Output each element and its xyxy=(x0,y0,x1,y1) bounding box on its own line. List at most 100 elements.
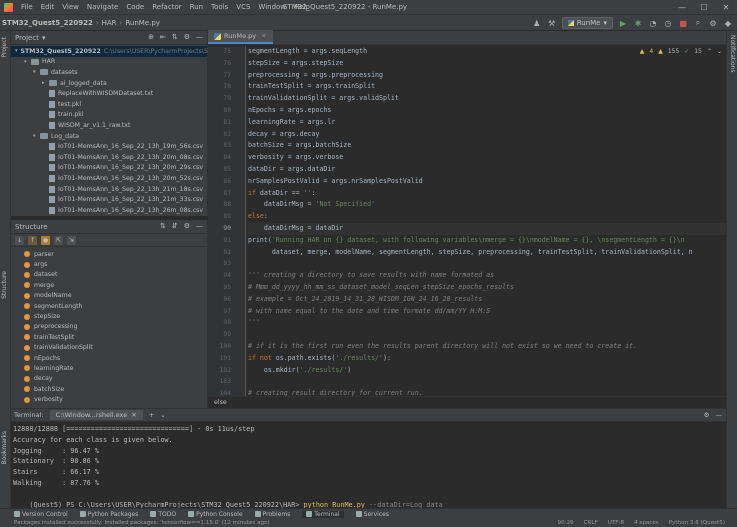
breadcrumb-file[interactable]: RunMe.py xyxy=(123,19,162,27)
autoscroll-to-source-icon[interactable]: ⇱ xyxy=(54,235,63,245)
project-tree-item[interactable]: ▾ datasets xyxy=(11,67,207,78)
structure-item[interactable]: modelName xyxy=(11,291,207,301)
structure-item[interactable]: nEpochs xyxy=(11,353,207,363)
close-tab-icon[interactable]: ✕ xyxy=(261,32,266,40)
expand-all-icon[interactable]: ⇵ xyxy=(172,222,178,230)
gear-icon[interactable]: ⚙ xyxy=(704,411,710,419)
tool-window-terminal[interactable]: Terminal xyxy=(302,510,344,518)
chevron-down-icon[interactable]: ▾ xyxy=(33,69,40,75)
project-tree-item[interactable]: ▸ ai_logged_data xyxy=(11,78,207,89)
chevron-down-icon[interactable]: ▾ xyxy=(24,59,31,65)
chevron-down-icon[interactable]: ▾ xyxy=(42,34,46,42)
autoscroll-from-source-icon[interactable]: ⇲ xyxy=(67,235,76,245)
hide-icon[interactable]: — xyxy=(196,222,203,230)
editor-tab-runme[interactable]: RunMe.py ✕ xyxy=(208,30,273,44)
menu-tools[interactable]: Tools xyxy=(207,3,232,11)
profile-icon[interactable]: ◷ xyxy=(663,18,673,28)
file-encoding[interactable]: UTF-8 xyxy=(608,519,624,527)
tool-window-python-console[interactable]: Python Console xyxy=(188,511,243,518)
menu-code[interactable]: Code xyxy=(122,3,148,11)
close-icon[interactable]: ✕ xyxy=(715,0,737,15)
chevron-down-icon[interactable]: ▾ xyxy=(15,48,18,54)
hammer-icon[interactable]: ⚒ xyxy=(547,18,557,28)
project-tree-item[interactable]: IoT01-MemsAnn_16_Sep_22_13h_21m_18s.csv xyxy=(11,184,207,195)
sort-icon[interactable]: ⇅ xyxy=(160,222,166,230)
project-tree-item[interactable]: IoT01-MemsAnn_16_Sep_22_13h_19m_56s.csv xyxy=(11,141,207,152)
project-tree-item[interactable]: test.pkl xyxy=(11,99,207,110)
tool-window-todo[interactable]: TODO xyxy=(150,511,176,518)
menu-vcs[interactable]: VCS xyxy=(232,3,254,11)
project-tool-button[interactable]: Project xyxy=(1,37,8,58)
chevron-right-icon[interactable]: ▸ xyxy=(42,80,49,86)
terminal-tab[interactable]: C:\Window...rshell.exe ✕ xyxy=(49,410,143,420)
chevron-down-icon[interactable]: ⌄ xyxy=(160,411,165,419)
menu-refactor[interactable]: Refactor xyxy=(148,3,185,11)
structure-item[interactable]: verbosity xyxy=(11,394,207,404)
project-tree-item[interactable]: IoT01-MemsAnn_16_Sep_22_13h_20m_08s.csv xyxy=(11,152,207,163)
bookmarks-tool-button[interactable]: Bookmarks xyxy=(1,431,8,465)
code-area[interactable]: segmentLength = args.seqLength stepSize =… xyxy=(248,46,726,396)
structure-item[interactable]: stepSize xyxy=(11,311,207,321)
project-tree-item[interactable]: ▾ HAR xyxy=(11,57,207,68)
terminal-prompt-line[interactable]: (Quest5) PS C:\Users\USER\PycharmProject… xyxy=(11,489,726,509)
structure-item[interactable]: dataset xyxy=(11,270,207,280)
structure-item[interactable]: decay xyxy=(11,374,207,384)
show-fields-icon[interactable]: f xyxy=(28,235,37,245)
project-tree-item[interactable]: ▾ STM32_Quest5_220922 C:\Users\USER\Pychar… xyxy=(11,46,277,57)
collapse-all-icon[interactable]: ⇤ xyxy=(160,33,166,41)
locate-icon[interactable]: ⊕ xyxy=(148,33,154,41)
project-panel-title[interactable]: Project xyxy=(15,34,39,42)
run-icon[interactable]: ▶ xyxy=(618,18,628,28)
tool-window-services[interactable]: Services xyxy=(355,511,389,518)
close-tab-icon[interactable]: ✕ xyxy=(131,411,136,419)
structure-tool-button[interactable]: Structure xyxy=(1,271,8,299)
project-tree-item[interactable]: WISDM_ar_v1.1_raw.txt xyxy=(11,120,207,131)
project-tree-item[interactable]: IoT01-MemsAnn_16_Sep_22_13h_20m_29s.csv xyxy=(11,163,207,174)
breadcrumb-project[interactable]: STM32_Quest5_220922 xyxy=(0,19,95,27)
gear-icon[interactable]: ⚙ xyxy=(184,222,190,230)
gear-icon[interactable]: ⚙ xyxy=(184,33,190,41)
structure-item[interactable]: learningRate xyxy=(11,363,207,373)
coverage-icon[interactable]: ◔ xyxy=(648,18,658,28)
search-icon[interactable]: ⌕ xyxy=(693,18,703,28)
project-tree-item[interactable]: ReplaceWithWISDMDataset.txt xyxy=(11,88,207,99)
add-terminal-icon[interactable]: + xyxy=(149,411,154,419)
structure-item[interactable]: batchSize xyxy=(11,384,207,394)
structure-item[interactable]: segmentLength xyxy=(11,301,207,311)
tool-window-version-control[interactable]: Version Control xyxy=(14,511,68,518)
menu-run[interactable]: Run xyxy=(186,3,207,11)
structure-item[interactable]: parser xyxy=(11,249,207,259)
line-separator[interactable]: CRLF xyxy=(584,519,598,527)
project-tree-item[interactable]: train.pkl xyxy=(11,110,207,121)
indent-setting[interactable]: 4 spaces xyxy=(634,519,659,527)
maximize-icon[interactable]: ☐ xyxy=(693,0,715,15)
structure-item[interactable]: preprocessing xyxy=(11,322,207,332)
code-breadcrumb[interactable]: else xyxy=(208,396,726,408)
minimize-icon[interactable]: — xyxy=(671,0,693,15)
debug-icon[interactable]: ✱ xyxy=(633,18,643,28)
project-tree-item[interactable]: IoT01-MemsAnn_16_Sep_22_13h_20m_52s.csv xyxy=(11,173,207,184)
run-config-select[interactable]: RunMe ▾ xyxy=(561,17,613,29)
menu-file[interactable]: File xyxy=(17,3,37,11)
python-interpreter[interactable]: Python 3.6 (Quest5) xyxy=(669,519,725,527)
tool-window-python-packages[interactable]: Python Packages xyxy=(79,511,138,518)
user-icon[interactable]: ♟ xyxy=(532,18,542,28)
settings-icon[interactable]: ⚙ xyxy=(708,18,718,28)
project-tree-item[interactable]: ▾ Log_data xyxy=(11,131,207,142)
status-message[interactable]: Packages installed successfully: Install… xyxy=(14,520,270,526)
project-tree-item[interactable]: IoT01-MemsAnn_16_Sep_22_13h_26m_08s.csv xyxy=(11,205,207,216)
menu-navigate[interactable]: Navigate xyxy=(83,3,122,11)
show-inherited-icon[interactable]: ● xyxy=(41,235,50,245)
notifications-tool-button[interactable]: Notifications xyxy=(729,35,736,73)
tool-window-problems[interactable]: Problems xyxy=(254,511,290,518)
chevron-down-icon[interactable]: ▾ xyxy=(33,133,40,139)
logo-icon[interactable]: ◆ xyxy=(723,18,733,28)
expand-icon[interactable]: ⇅ xyxy=(172,33,178,41)
hide-icon[interactable]: — xyxy=(196,33,203,41)
structure-item[interactable]: trainValidationSplit xyxy=(11,343,207,353)
menu-view[interactable]: View xyxy=(58,3,83,11)
terminal-output[interactable]: 12888/12888 [===========================… xyxy=(11,422,726,489)
structure-item[interactable]: merge xyxy=(11,280,207,290)
breadcrumb-folder[interactable]: HAR xyxy=(100,19,119,27)
project-tree-item[interactable]: IoT01-MemsAnn_16_Sep_22_13h_21m_33s.csv xyxy=(11,194,207,205)
